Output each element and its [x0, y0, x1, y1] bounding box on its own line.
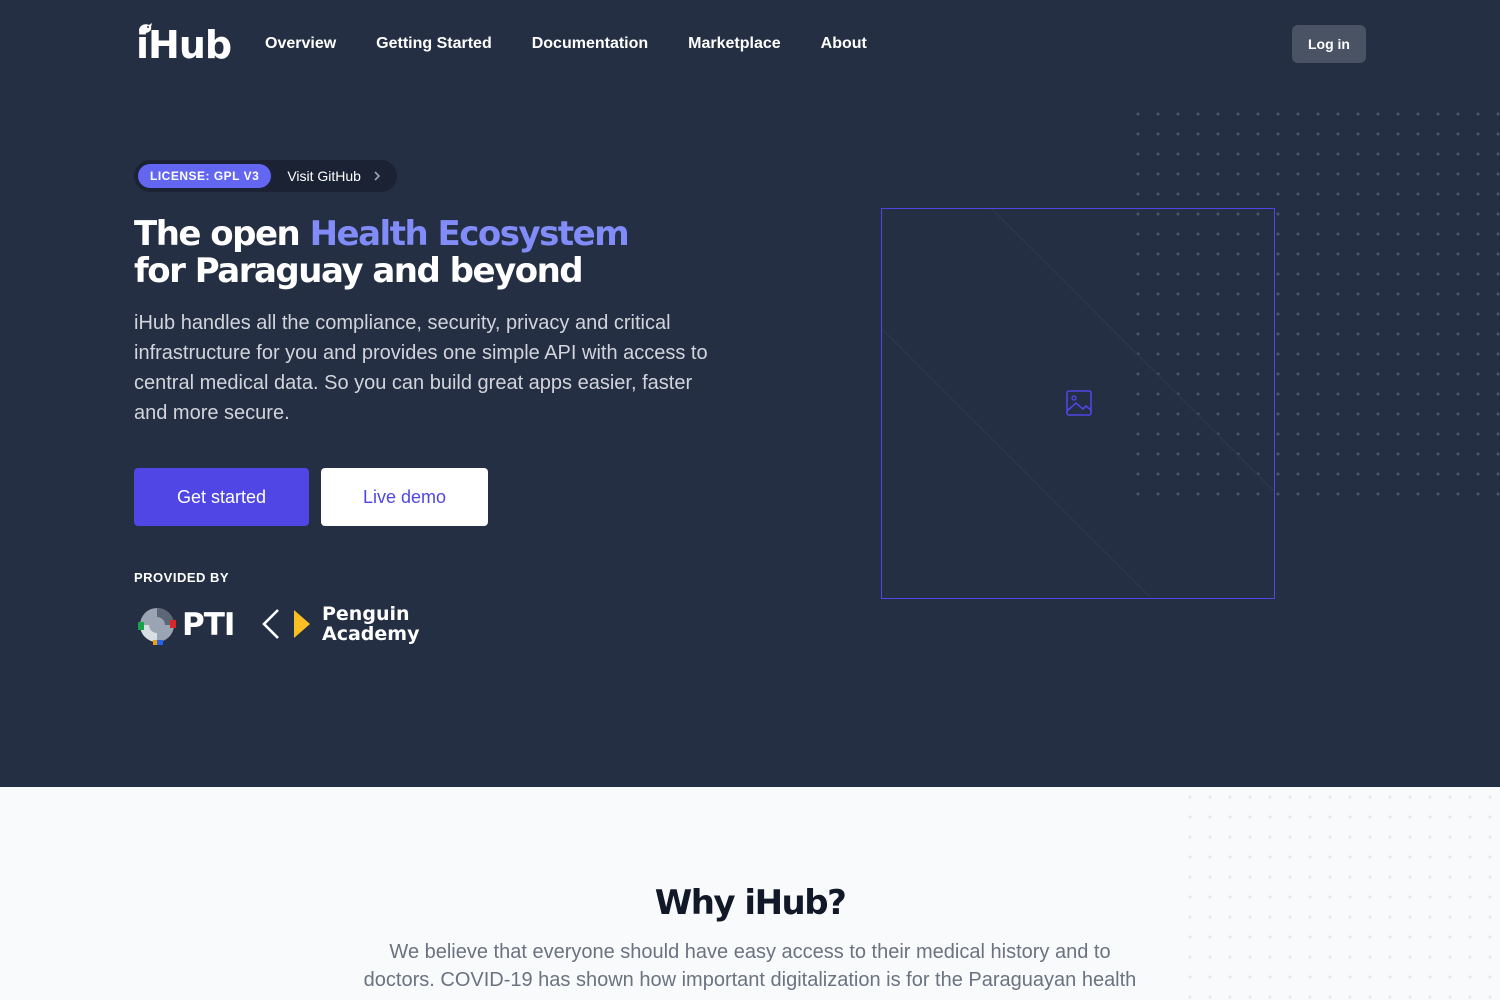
image-icon: [1066, 390, 1092, 416]
why-title: Why iHub?: [654, 883, 847, 923]
hero-headline: The open Health Ecosystem for Paraguay a…: [134, 214, 630, 291]
nav-link-about[interactable]: About: [821, 34, 867, 54]
headline-accent: Health Ecosystem: [309, 214, 630, 254]
headline-part1: The open: [134, 214, 310, 254]
top-navigation: iHub Overview Getting Started Documentat…: [134, 22, 1366, 66]
provided-by-label: PROVIDED BY: [134, 570, 230, 585]
why-section: Why iHub? We believe that everyone shoul…: [0, 787, 1500, 1000]
logo-mark-icon: [139, 23, 152, 33]
nav-link-overview[interactable]: Overview: [265, 34, 336, 54]
penguin-academy-name: Penguin Academy: [322, 604, 419, 644]
hero-lead: iHub handles all the compliance, securit…: [134, 312, 708, 424]
penguin-academy-mark-icon: [262, 609, 310, 639]
penguin-name-line1: Penguin: [322, 603, 410, 625]
live-demo-button[interactable]: Live demo: [321, 468, 488, 526]
login-button[interactable]: Log in: [1292, 25, 1366, 63]
visit-github-link[interactable]: Visit GitHub: [287, 168, 361, 184]
license-badge: LICENSE: GPL V3: [138, 164, 272, 188]
penguin-name-line2: Academy: [322, 623, 420, 645]
nav-links: Overview Getting Started Documentation M…: [265, 34, 907, 54]
get-started-button[interactable]: Get started: [134, 468, 309, 526]
ihub-logo[interactable]: iHub: [134, 23, 232, 66]
nav-link-getting-started[interactable]: Getting Started: [376, 34, 492, 54]
pti-name: PTI: [182, 607, 235, 643]
nav-link-marketplace[interactable]: Marketplace: [688, 34, 781, 54]
pti-logo[interactable]: PTI: [136, 604, 235, 646]
pti-mark-icon: [138, 608, 176, 645]
hero-section: iHub Overview Getting Started Documentat…: [0, 0, 1500, 787]
why-text: We believe that everyone should have eas…: [363, 941, 1137, 991]
license-pill[interactable]: LICENSE: GPL V3 Visit GitHub: [134, 160, 397, 192]
hero-image-placeholder: [881, 208, 1275, 599]
headline-line2: for Paraguay and beyond: [134, 251, 584, 291]
chevron-right-icon: [374, 171, 381, 181]
penguin-academy-logo[interactable]: Penguin Academy: [260, 604, 419, 644]
nav-link-documentation[interactable]: Documentation: [532, 34, 648, 54]
